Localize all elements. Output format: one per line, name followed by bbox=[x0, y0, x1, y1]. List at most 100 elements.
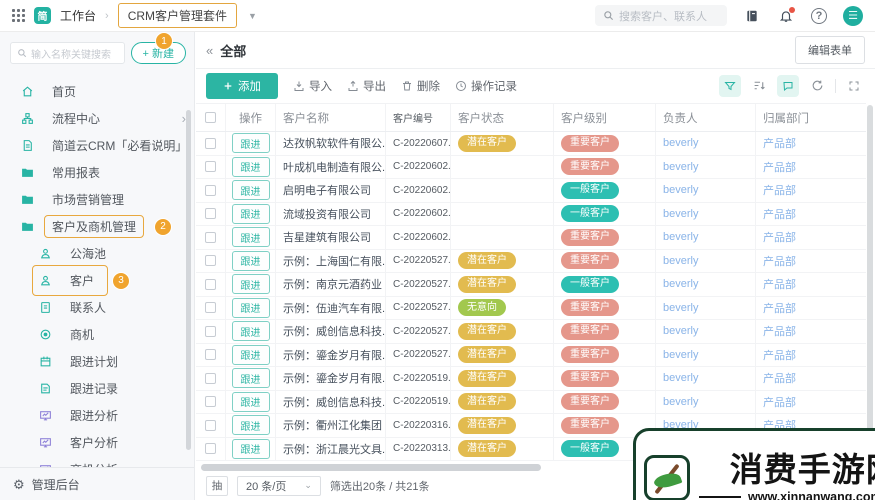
dept-link[interactable]: 产品部 bbox=[763, 323, 796, 339]
follow-up-button[interactable]: 跟进 bbox=[231, 250, 270, 271]
owner-link[interactable]: beverly bbox=[663, 278, 698, 290]
comment-icon[interactable] bbox=[777, 74, 799, 97]
chevron-down-icon[interactable]: ▼ bbox=[248, 11, 257, 21]
avatar[interactable]: ☰ bbox=[843, 5, 863, 26]
dept-link[interactable]: 产品部 bbox=[763, 253, 796, 269]
dept-link[interactable]: 产品部 bbox=[763, 135, 796, 151]
row-checkbox[interactable] bbox=[205, 372, 216, 384]
export-button[interactable]: 导出 bbox=[347, 78, 386, 94]
owner-link[interactable]: beverly bbox=[663, 184, 698, 196]
dept-link[interactable]: 产品部 bbox=[763, 347, 796, 363]
follow-up-button[interactable]: 跟进 bbox=[231, 133, 270, 154]
sidebar-item-跟进计划[interactable]: 跟进计划 › bbox=[0, 348, 194, 375]
sidebar-item-公海池[interactable]: 公海池 › bbox=[0, 240, 194, 267]
tab-all[interactable]: 全部 bbox=[220, 41, 246, 60]
col-header-name[interactable]: 客户名称 bbox=[276, 104, 386, 131]
table-row[interactable]: 跟进 示例：威创信息科技... C-20220527... 潜在客户 重要客户 … bbox=[196, 320, 866, 344]
import-button[interactable]: 导入 bbox=[293, 78, 332, 94]
global-search-input[interactable]: 搜索客户、联系人 bbox=[595, 5, 727, 26]
sidebar-item-客户[interactable]: 客户 3 › bbox=[0, 265, 194, 296]
table-row[interactable]: 跟进 示例：鎏金岁月有限... C-20220527... 潜在客户 重要客户 … bbox=[196, 343, 866, 367]
page-size-select[interactable]: 20 条/页 ⌄ bbox=[237, 475, 321, 496]
sidebar-scrollbar[interactable] bbox=[186, 110, 191, 450]
sidebar-item-市场营销管理[interactable]: 市场营销管理 › bbox=[0, 186, 194, 213]
owner-link[interactable]: beverly bbox=[663, 325, 698, 337]
dept-link[interactable]: 产品部 bbox=[763, 394, 796, 410]
dept-link[interactable]: 产品部 bbox=[763, 300, 796, 316]
table-row[interactable]: 跟进 示例：南京元酒药业 C-20220527... 潜在客户 一般客户 bev… bbox=[196, 273, 866, 297]
dept-link[interactable]: 产品部 bbox=[763, 276, 796, 292]
help-icon[interactable]: ? bbox=[811, 7, 827, 24]
col-header-code[interactable]: 客户编号 bbox=[386, 104, 451, 131]
col-header-owner[interactable]: 负责人 bbox=[656, 104, 756, 131]
sidebar-item-admin[interactable]: ⚙ 管理后台 bbox=[0, 467, 194, 500]
collapse-sidebar-icon[interactable]: « bbox=[206, 43, 213, 58]
follow-up-button[interactable]: 跟进 bbox=[231, 368, 270, 389]
sidebar-item-简道云CRM「必看说明」[interactable]: 简道云CRM「必看说明」 › bbox=[0, 132, 194, 159]
follow-up-button[interactable]: 跟进 bbox=[231, 415, 270, 436]
follow-up-button[interactable]: 跟进 bbox=[231, 203, 270, 224]
follow-up-button[interactable]: 跟进 bbox=[231, 344, 270, 365]
row-checkbox[interactable] bbox=[205, 255, 216, 267]
table-row[interactable]: 跟进 示例：伍迪汽车有限... C-20220527... 无意向 重要客户 b… bbox=[196, 296, 866, 320]
sort-icon[interactable] bbox=[748, 75, 770, 97]
delete-button[interactable]: 删除 bbox=[401, 78, 440, 94]
sidebar-item-常用报表[interactable]: 常用报表 › bbox=[0, 159, 194, 186]
sidebar-item-联系人[interactable]: 联系人 › bbox=[0, 294, 194, 321]
row-checkbox[interactable] bbox=[205, 231, 216, 243]
refresh-icon[interactable] bbox=[806, 75, 828, 97]
col-header-action[interactable]: 操作 bbox=[226, 104, 276, 131]
col-header-status[interactable]: 客户状态 bbox=[451, 104, 554, 131]
row-checkbox[interactable] bbox=[205, 325, 216, 337]
sidebar-item-商机[interactable]: 商机 › bbox=[0, 321, 194, 348]
sidebar-item-客户及商机管理[interactable]: 客户及商机管理 2 › bbox=[0, 213, 194, 240]
dept-link[interactable]: 产品部 bbox=[763, 229, 796, 245]
row-checkbox[interactable] bbox=[205, 184, 216, 196]
follow-up-button[interactable]: 跟进 bbox=[231, 227, 270, 248]
table-row[interactable]: 跟进 示例：鎏金岁月有限... C-20220519... 潜在客户 重要客户 … bbox=[196, 367, 866, 391]
table-row[interactable]: 跟进 叶成机电制造有限公... C-20220602... 重要客户 bever… bbox=[196, 155, 866, 179]
vertical-scrollbar[interactable] bbox=[867, 105, 873, 435]
sidebar-search-input[interactable]: 输入名称关键搜索 bbox=[10, 42, 125, 64]
owner-link[interactable]: beverly bbox=[663, 137, 698, 149]
dept-link[interactable]: 产品部 bbox=[763, 206, 796, 222]
app-launcher-icon[interactable] bbox=[12, 9, 25, 22]
sidebar-item-客户分析[interactable]: 客户分析 › bbox=[0, 429, 194, 456]
owner-link[interactable]: beverly bbox=[663, 231, 698, 243]
row-checkbox[interactable] bbox=[205, 302, 216, 314]
owner-link[interactable]: beverly bbox=[663, 208, 698, 220]
add-button[interactable]: 添加 bbox=[206, 72, 278, 99]
col-header-level[interactable]: 客户级别 bbox=[554, 104, 656, 131]
owner-link[interactable]: beverly bbox=[663, 302, 698, 314]
filter-icon[interactable] bbox=[719, 74, 741, 97]
follow-up-button[interactable]: 跟进 bbox=[231, 297, 270, 318]
table-row[interactable]: 跟进 示例：上海国仁有限... C-20220527... 潜在客户 重要客户 … bbox=[196, 249, 866, 273]
app-logo-icon[interactable]: 简 bbox=[34, 7, 51, 24]
sidebar-item-流程中心[interactable]: 流程中心 › bbox=[0, 105, 194, 132]
sidebar-item-跟进记录[interactable]: 跟进记录 › bbox=[0, 375, 194, 402]
owner-link[interactable]: beverly bbox=[663, 372, 698, 384]
follow-up-button[interactable]: 跟进 bbox=[231, 321, 270, 342]
sidebar-item-商机分析[interactable]: 商机分析 › bbox=[0, 456, 194, 467]
row-checkbox[interactable] bbox=[205, 161, 216, 173]
owner-link[interactable]: beverly bbox=[663, 349, 698, 361]
col-header-dept[interactable]: 归属部门 bbox=[756, 104, 866, 131]
dept-link[interactable]: 产品部 bbox=[763, 159, 796, 175]
edit-form-button[interactable]: 编辑表单 bbox=[795, 36, 865, 64]
row-checkbox[interactable] bbox=[205, 419, 216, 431]
table-row[interactable]: 跟进 流域投资有限公司 C-20220602... 一般客户 beverly 产… bbox=[196, 202, 866, 226]
row-checkbox[interactable] bbox=[205, 443, 216, 455]
follow-up-button[interactable]: 跟进 bbox=[231, 391, 270, 412]
sidebar-item-跟进分析[interactable]: 跟进分析 › bbox=[0, 402, 194, 429]
app-title-dropdown[interactable]: CRM客户管理套件 bbox=[117, 3, 238, 28]
row-checkbox[interactable] bbox=[205, 396, 216, 408]
table-row[interactable]: 跟进 启明电子有限公司 C-20220602... 一般客户 beverly 产… bbox=[196, 179, 866, 203]
row-checkbox[interactable] bbox=[205, 137, 216, 149]
follow-up-button[interactable]: 跟进 bbox=[231, 156, 270, 177]
row-checkbox[interactable] bbox=[205, 349, 216, 361]
follow-up-button[interactable]: 跟进 bbox=[231, 438, 270, 459]
table-row[interactable]: 跟进 达孜帆软软件有限公... C-20220607... 潜在客户 重要客户 … bbox=[196, 132, 866, 156]
follow-up-button[interactable]: 跟进 bbox=[231, 180, 270, 201]
workspace-link[interactable]: 工作台 bbox=[60, 7, 96, 24]
manual-icon[interactable] bbox=[743, 7, 761, 25]
